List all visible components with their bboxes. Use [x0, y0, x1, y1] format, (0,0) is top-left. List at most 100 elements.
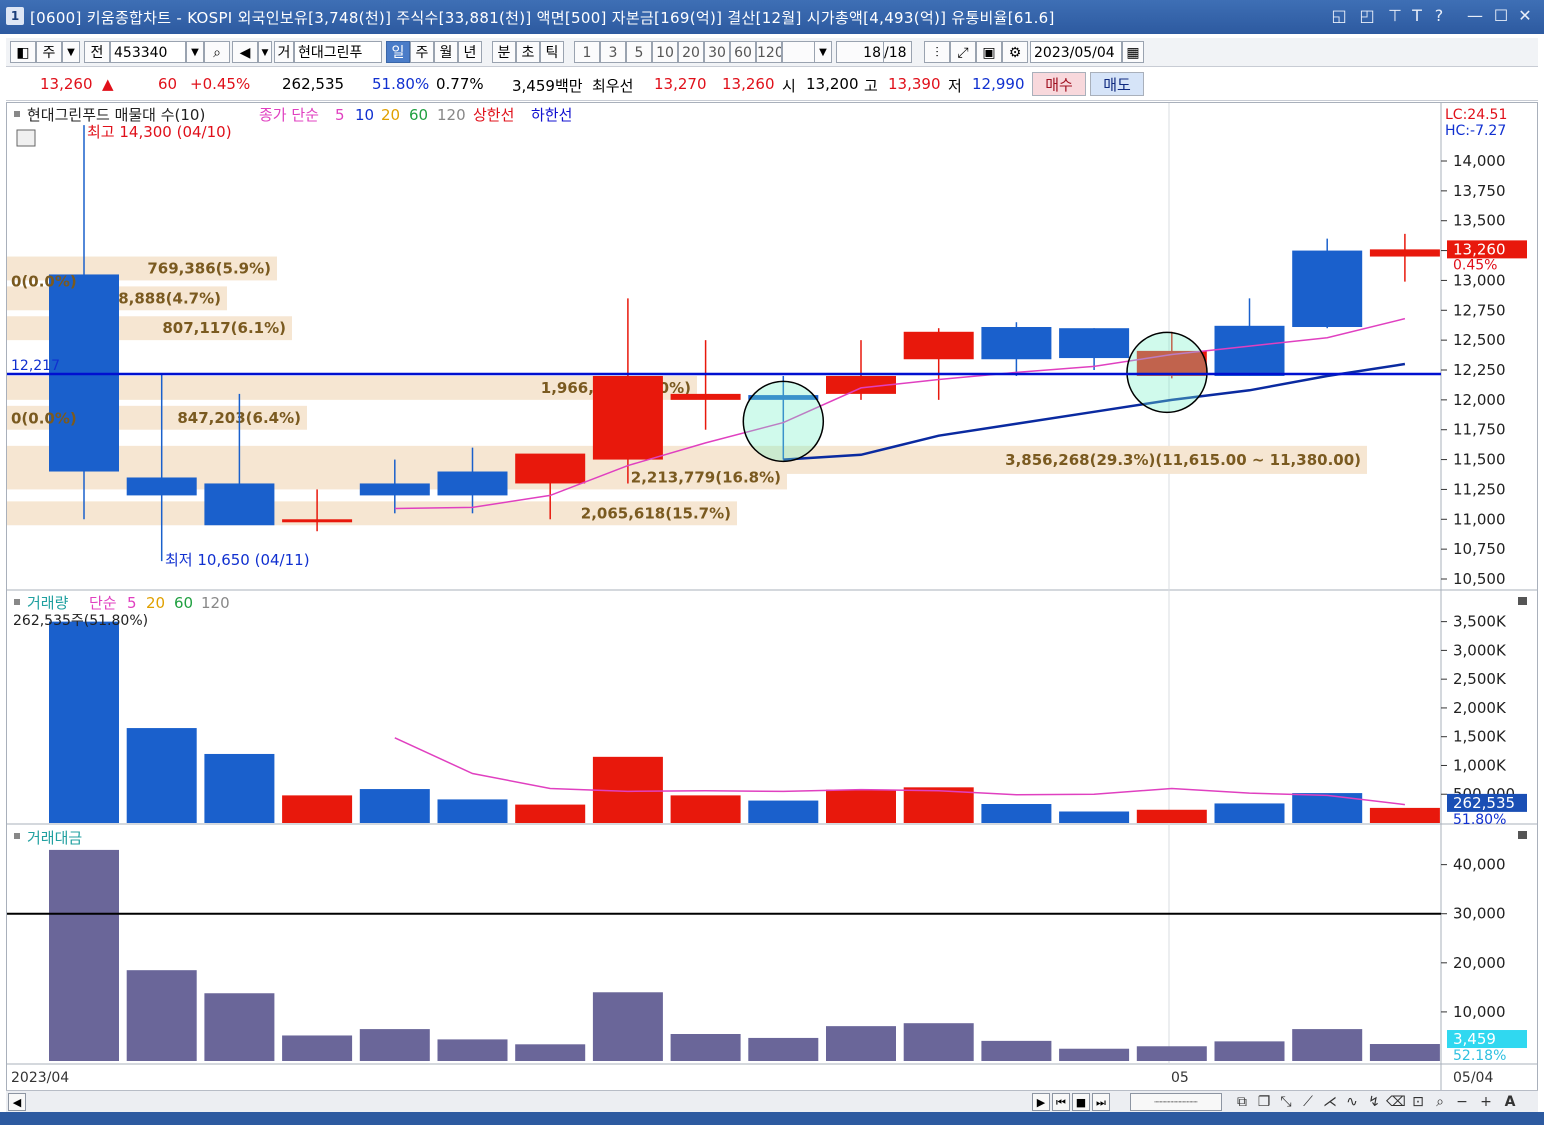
volume-bar[interactable]	[1369, 807, 1440, 823]
period-tick-tab[interactable]: 틱	[540, 41, 564, 63]
interval-20-button[interactable]: 20	[678, 41, 704, 63]
window-icon[interactable]: ⊡	[1408, 1093, 1428, 1111]
copy-icon[interactable]: ⧉	[1232, 1093, 1252, 1111]
interval-30-button[interactable]: 30	[704, 41, 730, 63]
candle-tool-icon[interactable]: ⫶	[924, 41, 950, 63]
candle-body[interactable]	[903, 331, 974, 360]
candle-body[interactable]	[359, 483, 430, 496]
minimize-button[interactable]: —	[1464, 5, 1486, 27]
scroll-right-button[interactable]: ▶	[1032, 1093, 1050, 1111]
amount-bar[interactable]	[1214, 1041, 1285, 1061]
zoom-in-icon[interactable]: +	[1476, 1093, 1496, 1111]
candle-body[interactable]	[515, 453, 586, 484]
fast-forward-button[interactable]: ⏭	[1092, 1093, 1110, 1111]
table-icon[interactable]	[16, 129, 36, 147]
amount-panel-close-icon[interactable]	[1518, 831, 1527, 839]
amount-bar[interactable]	[1136, 1046, 1207, 1061]
volume-bar[interactable]	[126, 728, 197, 823]
amount-bar[interactable]	[1292, 1029, 1363, 1061]
chart-scrollbar[interactable]: ◀ ▶ ⏮ ■ ⏭ ┈┈┈┈┈┈┈┈ ⧉ ❐ ⤡ ⟋ ⋌ ∿ ↯ ⌫ ⊡ ⌕ −…	[6, 1090, 1538, 1113]
trend-line-icon[interactable]: ⟋	[1298, 1093, 1318, 1111]
volume-bar[interactable]	[981, 804, 1052, 823]
search-icon[interactable]: ⌕	[204, 41, 230, 63]
interval-10-button[interactable]: 10	[652, 41, 678, 63]
volume-bar[interactable]	[49, 621, 119, 823]
magnifier-icon[interactable]: ⌕	[1430, 1093, 1450, 1111]
candle-body[interactable]	[981, 327, 1052, 360]
font-icon[interactable]: T	[1406, 5, 1428, 27]
amount-bar[interactable]	[282, 1035, 353, 1061]
sell-button[interactable]: 매도	[1090, 72, 1144, 96]
volume-bar[interactable]	[282, 795, 353, 823]
chart-type-select[interactable]: 주	[36, 41, 62, 63]
candle-body[interactable]	[204, 483, 275, 526]
cascade-icon[interactable]: ◰	[1356, 5, 1378, 27]
amount-bar[interactable]	[126, 970, 197, 1061]
volume-legend-toggle-icon[interactable]	[14, 599, 20, 605]
candle-body[interactable]	[592, 375, 663, 460]
interval-3-button[interactable]: 3	[600, 41, 626, 63]
amount-bar[interactable]	[437, 1039, 508, 1061]
zoom-slider[interactable]: ┈┈┈┈┈┈┈┈	[1130, 1093, 1222, 1111]
code-dropdown-icon[interactable]: ▼	[186, 41, 204, 63]
fan-icon[interactable]: ⋌	[1320, 1093, 1340, 1111]
amount-bar[interactable]	[748, 1037, 819, 1061]
amount-bar[interactable]	[204, 993, 275, 1061]
layout-icon[interactable]: ◧	[10, 41, 36, 63]
help-icon[interactable]: ?	[1428, 5, 1450, 27]
period-minute-tab[interactable]: 분	[492, 41, 516, 63]
pin-icon[interactable]: ⊤	[1384, 5, 1406, 27]
volume-bar[interactable]	[1059, 811, 1130, 823]
period-day-tab[interactable]: 일	[386, 41, 410, 63]
close-button[interactable]: ✕	[1514, 5, 1536, 27]
gear-icon[interactable]: ⚙	[1002, 41, 1028, 63]
amount-bar[interactable]	[1059, 1048, 1130, 1061]
amount-bar[interactable]	[359, 1029, 430, 1061]
stop-button[interactable]: ■	[1072, 1093, 1090, 1111]
date-input[interactable]: 2023/05/04	[1030, 41, 1122, 63]
amount-bar[interactable]	[49, 849, 119, 1061]
volume-bar[interactable]	[670, 795, 741, 823]
amount-bar[interactable]	[981, 1040, 1052, 1061]
stretch-icon[interactable]: ⤡	[1276, 1093, 1296, 1111]
restore-layout-icon[interactable]: ◱	[1328, 5, 1350, 27]
wave-icon[interactable]: ∿	[1342, 1093, 1362, 1111]
candle-body[interactable]	[1292, 250, 1363, 328]
candle-body[interactable]	[282, 519, 353, 523]
interval-120-button[interactable]: 120	[756, 41, 782, 63]
draw-tool-icon[interactable]: ⤢	[950, 41, 976, 63]
period-month-tab[interactable]: 월	[434, 41, 458, 63]
chart-svg[interactable]: 769,386(5.9%)618,888(4.7%)807,117(6.1%)1…	[7, 103, 1537, 1091]
period-second-tab[interactable]: 초	[516, 41, 540, 63]
window-index-badge[interactable]: 1	[6, 7, 24, 25]
scroll-left-button[interactable]: ◀	[8, 1093, 26, 1111]
candle-body[interactable]	[437, 471, 508, 496]
period-year-tab[interactable]: 년	[458, 41, 482, 63]
amount-bar[interactable]	[670, 1034, 741, 1061]
candle-body[interactable]	[1214, 325, 1285, 376]
candle-body[interactable]	[1369, 249, 1440, 257]
maximize-button[interactable]: ☐	[1490, 5, 1512, 27]
period-week-tab[interactable]: 주	[410, 41, 434, 63]
speaker-dropdown-icon[interactable]: ▼	[258, 41, 272, 63]
geo-button[interactable]: 거	[274, 41, 294, 63]
interval-5-button[interactable]: 5	[626, 41, 652, 63]
volume-bar[interactable]	[204, 753, 275, 823]
rewind-button[interactable]: ⏮	[1052, 1093, 1070, 1111]
candle-body[interactable]	[1059, 328, 1130, 359]
save-icon[interactable]: ▣	[976, 41, 1002, 63]
interval-1-button[interactable]: 1	[574, 41, 600, 63]
zoom-out-icon[interactable]: −	[1452, 1093, 1472, 1111]
legend-toggle-icon[interactable]	[14, 111, 20, 117]
speaker-icon[interactable]: ◀	[232, 41, 258, 63]
chart-area[interactable]: 769,386(5.9%)618,888(4.7%)807,117(6.1%)1…	[6, 102, 1538, 1092]
amount-bar[interactable]	[515, 1044, 586, 1061]
calendar-icon[interactable]: ▦	[1122, 41, 1144, 63]
candle-body[interactable]	[126, 477, 197, 496]
stock-name-field[interactable]: 현대그린푸	[294, 41, 382, 63]
volume-bar[interactable]	[1214, 803, 1285, 823]
overlay-icon[interactable]: ❐	[1254, 1093, 1274, 1111]
chevron-down-icon[interactable]: ▼	[62, 41, 80, 63]
auto-scale-icon[interactable]: A	[1500, 1093, 1520, 1111]
pattern-icon[interactable]: ↯	[1364, 1093, 1384, 1111]
